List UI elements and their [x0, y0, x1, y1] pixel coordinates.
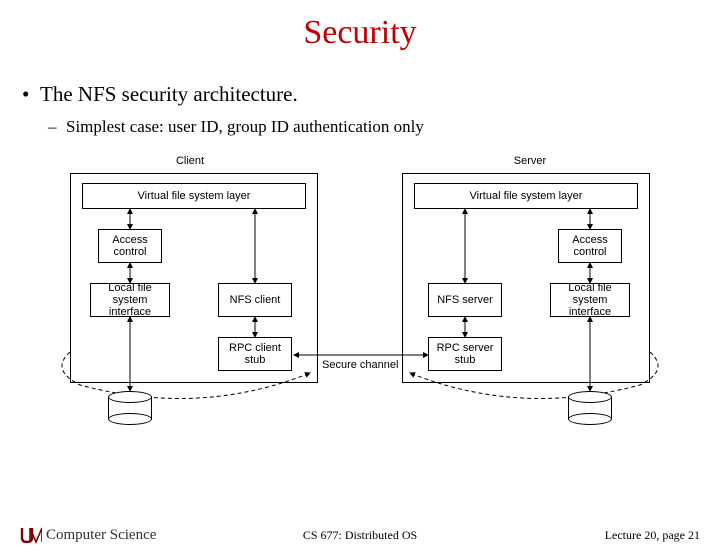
- dash-icon: –: [48, 117, 66, 137]
- client-access-control-box: Access control: [98, 229, 162, 263]
- bullet-main: • The NFS security architecture.: [22, 82, 720, 107]
- nfs-client-box: NFS client: [218, 283, 292, 317]
- client-local-fs-box: Local file system interface: [90, 283, 170, 317]
- content-area: • The NFS security architecture. – Simpl…: [0, 82, 720, 137]
- slide-footer: Computer Science CS 677: Distributed OS …: [0, 526, 720, 544]
- server-access-control-box: Access control: [558, 229, 622, 263]
- bullet-dot-icon: •: [22, 82, 40, 107]
- secure-channel-label: Secure channel: [322, 359, 398, 371]
- client-vfs-box: Virtual file system layer: [82, 183, 306, 209]
- bullet-text: The NFS security architecture.: [40, 82, 298, 107]
- sub-bullet: – Simplest case: user ID, group ID authe…: [22, 117, 720, 137]
- sub-bullet-text: Simplest case: user ID, group ID authent…: [66, 117, 424, 137]
- rpc-server-stub-box: RPC server stub: [428, 337, 502, 371]
- slide-title: Security: [0, 14, 720, 52]
- rpc-client-stub-box: RPC client stub: [218, 337, 292, 371]
- architecture-diagram: Client Server Virtual file s: [60, 155, 660, 435]
- footer-center-text: CS 677: Distributed OS: [0, 528, 720, 543]
- nfs-server-box: NFS server: [428, 283, 502, 317]
- server-disk-icon: [568, 391, 612, 425]
- server-local-fs-box: Local file system interface: [550, 283, 630, 317]
- client-disk-icon: [108, 391, 152, 425]
- server-vfs-box: Virtual file system layer: [414, 183, 638, 209]
